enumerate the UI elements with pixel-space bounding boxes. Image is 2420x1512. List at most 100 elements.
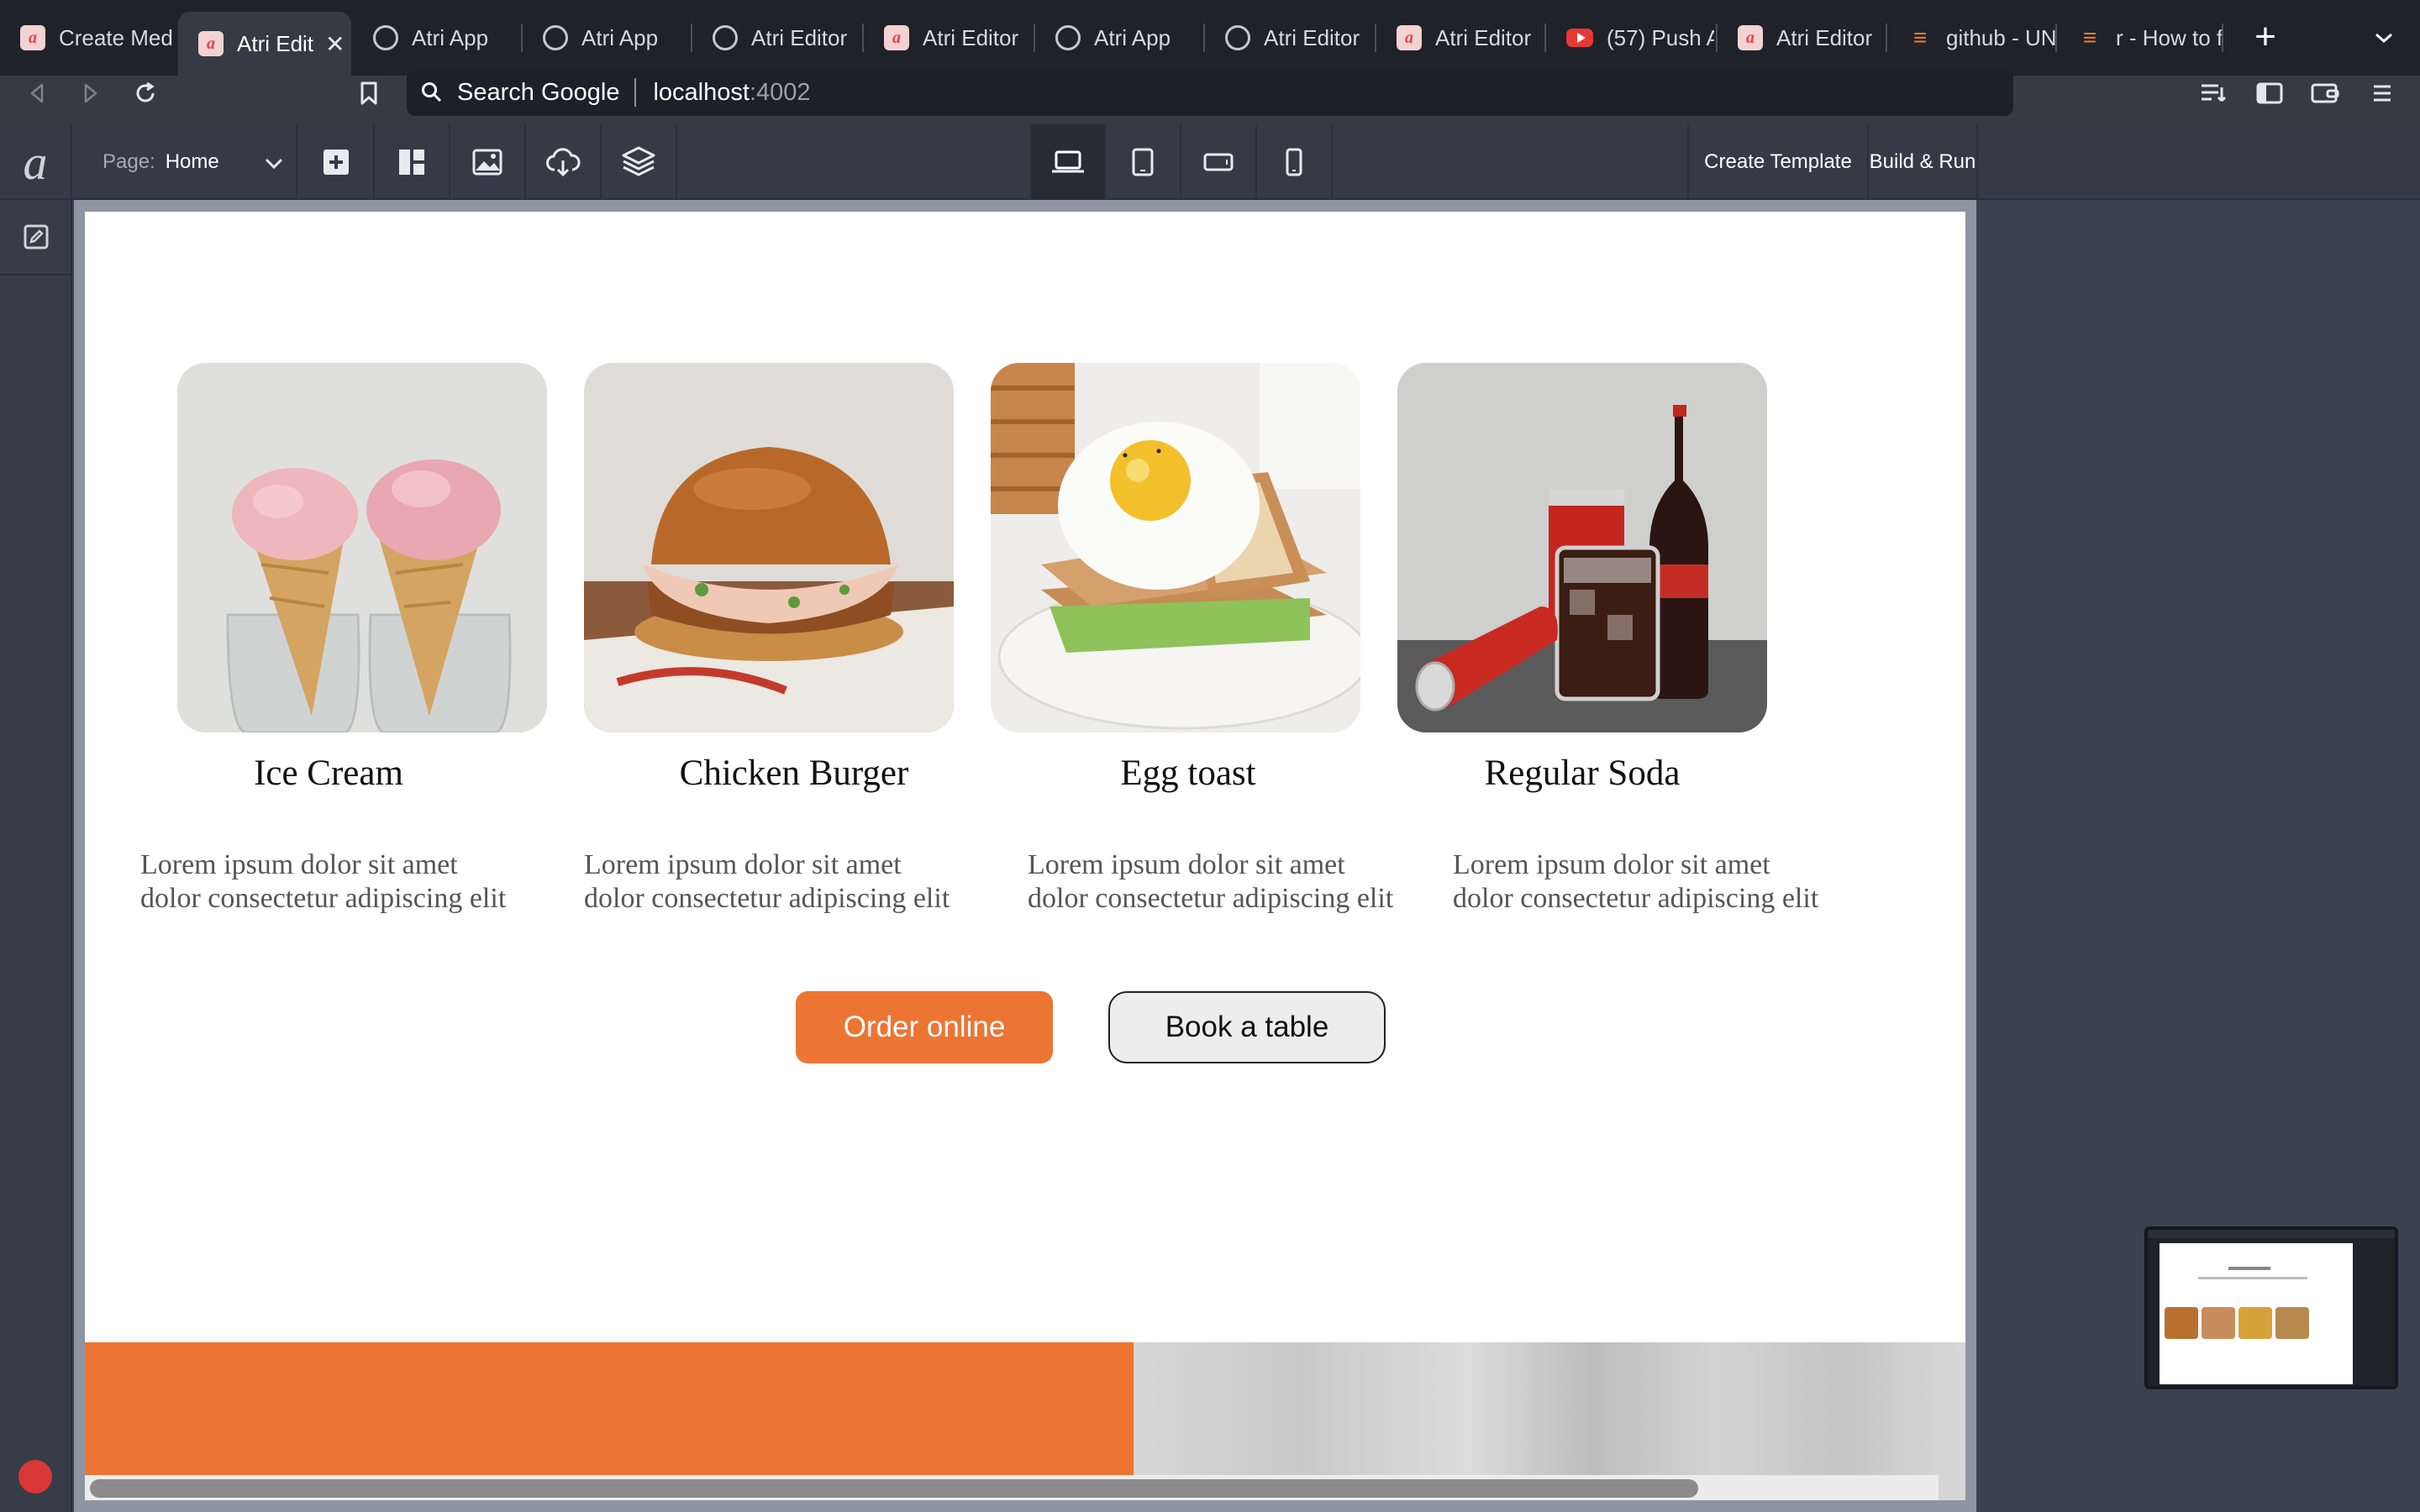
edit-icon xyxy=(24,224,49,249)
browser-tab[interactable]: Atri Editor xyxy=(1205,8,1373,67)
regular-soda-image xyxy=(1397,363,1767,732)
description-line: Lorem ipsum dolor sit amet xyxy=(1453,849,1770,880)
mobile-icon xyxy=(1286,148,1302,176)
description-line: dolor consectetur adipiscing elit xyxy=(1028,883,1394,914)
reload-icon[interactable] xyxy=(124,72,166,114)
browser-tab[interactable]: Atri App xyxy=(353,8,521,67)
record-indicator-icon[interactable] xyxy=(18,1460,52,1494)
menu-card-title: Chicken Burger xyxy=(679,753,909,793)
tab-list-chevron-icon[interactable] xyxy=(2365,18,2403,57)
device-mobile-button[interactable] xyxy=(1257,124,1333,200)
image-icon xyxy=(472,149,502,176)
page-preview-thumbnail[interactable] xyxy=(2144,1226,2398,1389)
browser-tab-active[interactable]: a Atri Edit ✕ xyxy=(178,12,351,76)
menu-card-description: Lorem ipsum dolor sit amet dolor consect… xyxy=(584,848,979,916)
browser-tab[interactable]: a Atri Editor xyxy=(1376,8,1544,67)
tablet-icon xyxy=(1132,148,1154,176)
description-line: dolor consectetur adipiscing elit xyxy=(140,883,507,914)
menu-card-title: Egg toast xyxy=(1120,753,1256,793)
browser-tab[interactable]: Atri App xyxy=(1035,8,1203,67)
page-canvas: Ice Cream Lorem ipsum dolor sit amet dol… xyxy=(85,212,1965,1500)
description-line: dolor consectetur adipiscing elit xyxy=(584,883,950,914)
description-line: Lorem ipsum dolor sit amet xyxy=(140,849,458,880)
description-line: Lorem ipsum dolor sit amet xyxy=(1028,849,1345,880)
browser-tab[interactable]: a Atri Editor xyxy=(1718,8,1886,67)
atri-favicon-icon: a xyxy=(198,31,224,56)
assets-button[interactable] xyxy=(450,124,526,200)
forward-arrow-icon[interactable] xyxy=(69,72,111,114)
menu-card-description: Lorem ipsum dolor sit amet dolor consect… xyxy=(1028,848,1423,916)
reading-list-icon[interactable] xyxy=(2193,76,2235,111)
menu-card-ice-cream[interactable] xyxy=(177,363,547,732)
device-desktop-button[interactable] xyxy=(1030,124,1106,200)
book-table-button[interactable]: Book a table xyxy=(1108,991,1386,1063)
chevron-down-icon xyxy=(264,153,284,176)
cloud-download-button[interactable] xyxy=(526,124,602,200)
add-square-icon xyxy=(324,150,349,175)
new-tab-button[interactable]: + xyxy=(2244,15,2287,59)
atri-favicon-icon: a xyxy=(884,25,909,50)
horizontal-scrollbar[interactable] xyxy=(85,1475,1939,1500)
menu-card-egg-toast[interactable] xyxy=(991,363,1360,732)
create-template-button[interactable]: Create Template xyxy=(1687,124,1867,200)
browser-tab[interactable]: a Create Med xyxy=(0,8,176,67)
description-line: Lorem ipsum dolor sit amet xyxy=(584,849,902,880)
atri-logo: a xyxy=(0,124,72,200)
description-line: dolor consectetur adipiscing elit xyxy=(1453,883,1819,914)
atri-favicon-icon: a xyxy=(20,25,45,50)
browser-tab[interactable]: Atri App xyxy=(523,8,691,67)
browser-tab[interactable]: ≡ github - UN xyxy=(1887,8,2055,67)
tablet-landscape-icon xyxy=(1203,153,1234,171)
chicken-burger-image xyxy=(584,363,954,732)
edit-style-button[interactable] xyxy=(0,200,72,276)
browser-tab[interactable]: Atri Editor xyxy=(692,8,860,67)
order-online-button[interactable]: Order online xyxy=(796,991,1053,1063)
bookmark-icon[interactable] xyxy=(348,72,390,114)
atri-favicon-icon: a xyxy=(1738,25,1763,50)
menu-icon[interactable] xyxy=(2361,76,2403,111)
atri-favicon-icon: a xyxy=(1397,25,1422,50)
address-bar[interactable]: Search Google localhost :4002 xyxy=(407,69,2013,116)
globe-icon xyxy=(1225,25,1250,50)
browser-tab[interactable]: (57) Push A xyxy=(1546,8,1714,67)
search-engine-label: Search Google xyxy=(457,78,637,107)
wallet-icon[interactable] xyxy=(2304,76,2346,111)
browser-tab[interactable]: ≡ r - How to f xyxy=(2057,8,2222,67)
layout-icon xyxy=(399,150,424,175)
ice-cream-image xyxy=(177,363,547,732)
device-tablet-button[interactable] xyxy=(1106,124,1181,200)
device-tablet-landscape-button[interactable] xyxy=(1181,124,1257,200)
add-component-button[interactable] xyxy=(299,124,375,200)
browser-tab-bar: a Create Med a Atri Edit ✕ Atri App Atri… xyxy=(0,0,2420,76)
globe-icon xyxy=(373,25,398,50)
sidebar-toggle-icon[interactable] xyxy=(2249,76,2291,111)
close-tab-icon[interactable]: ✕ xyxy=(325,30,345,58)
menu-card-description: Lorem ipsum dolor sit amet dolor consect… xyxy=(1453,848,1848,916)
tab-separator xyxy=(2222,24,2223,52)
page-select-value: Home xyxy=(165,150,219,173)
left-rail xyxy=(0,200,72,1512)
laptop-icon xyxy=(1052,150,1084,173)
url-host: localhost xyxy=(653,78,750,106)
menu-card-title: Regular Soda xyxy=(1484,753,1681,793)
globe-icon xyxy=(1055,25,1081,50)
menu-card-description: Lorem ipsum dolor sit amet dolor consect… xyxy=(140,848,535,916)
scrollbar-thumb[interactable] xyxy=(90,1479,1698,1498)
layers-button[interactable] xyxy=(602,124,677,200)
page-select[interactable]: Page: Home xyxy=(77,124,297,200)
stackoverflow-icon: ≡ xyxy=(2082,24,2097,50)
menu-card-chicken-burger[interactable] xyxy=(584,363,954,732)
back-arrow-icon[interactable] xyxy=(17,72,59,114)
cloud-download-icon xyxy=(546,148,581,177)
layers-icon xyxy=(622,146,655,176)
menu-card-title: Ice Cream xyxy=(254,753,403,793)
egg-toast-image xyxy=(991,363,1360,732)
search-icon xyxy=(407,81,457,103)
youtube-icon xyxy=(1566,29,1593,47)
layout-button[interactable] xyxy=(375,124,450,200)
browser-tab[interactable]: a Atri Editor xyxy=(864,8,1032,67)
globe-icon xyxy=(713,25,738,50)
build-run-button[interactable]: Build & Run xyxy=(1867,124,1978,200)
url-port: :4002 xyxy=(749,78,811,106)
menu-card-regular-soda[interactable] xyxy=(1397,363,1767,732)
